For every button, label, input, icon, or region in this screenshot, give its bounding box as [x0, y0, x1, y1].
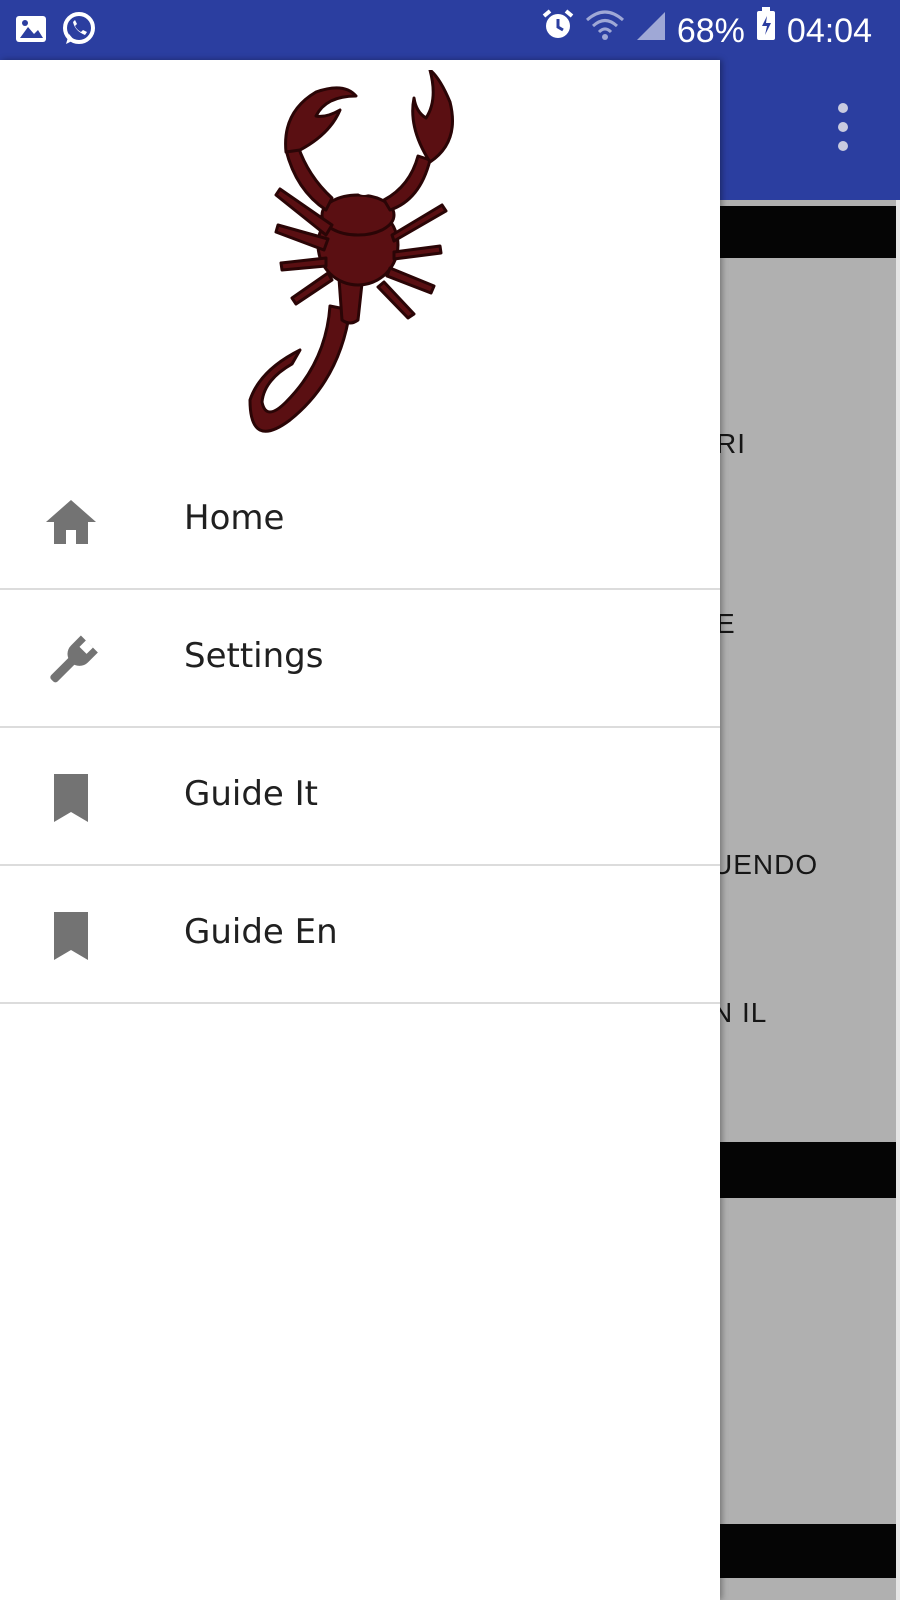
content-banner — [720, 206, 896, 258]
nav-item-label: Settings — [184, 636, 324, 676]
status-bar-right: 68% 04:04 — [541, 6, 872, 55]
signal-icon — [635, 7, 667, 55]
whatsapp-icon — [60, 10, 98, 53]
scorpion-logo — [230, 68, 490, 465]
bookmark-icon — [40, 910, 102, 964]
alarm-icon — [541, 7, 575, 55]
nav-item-guide-en[interactable]: Guide En — [0, 866, 720, 1004]
nav-item-label: Home — [184, 498, 285, 538]
wrench-icon — [40, 634, 102, 688]
background-list-text: RI — [716, 428, 746, 459]
scroll-edge — [896, 200, 900, 1600]
status-bar-left — [14, 10, 98, 53]
battery-percent: 68% — [676, 11, 745, 50]
nav-item-label: Guide It — [184, 774, 319, 814]
app-toolbar — [720, 60, 900, 200]
nav-item-guide-it[interactable]: Guide It — [0, 728, 720, 866]
gallery-icon — [14, 14, 48, 49]
status-bar: 68% 04:04 — [0, 0, 900, 60]
content-banner — [720, 1524, 896, 1578]
drawer-header — [0, 60, 720, 460]
bookmark-icon — [40, 772, 102, 826]
overflow-menu-icon[interactable] — [832, 103, 854, 159]
background-list-text: N IL — [712, 997, 768, 1028]
home-icon — [40, 496, 102, 550]
nav-item-label: Guide En — [184, 912, 338, 952]
content-scrim[interactable] — [720, 60, 900, 1600]
background-list-text: UENDO — [712, 849, 819, 880]
nav-item-settings[interactable]: Settings — [0, 590, 720, 728]
nav-item-home[interactable]: Home — [0, 452, 720, 590]
navigation-drawer: Home Settings Guide It Guide En — [0, 60, 720, 1600]
content-banner — [720, 1142, 896, 1198]
wifi-icon — [585, 7, 625, 55]
clock: 04:04 — [786, 11, 872, 50]
battery-icon — [755, 6, 777, 55]
